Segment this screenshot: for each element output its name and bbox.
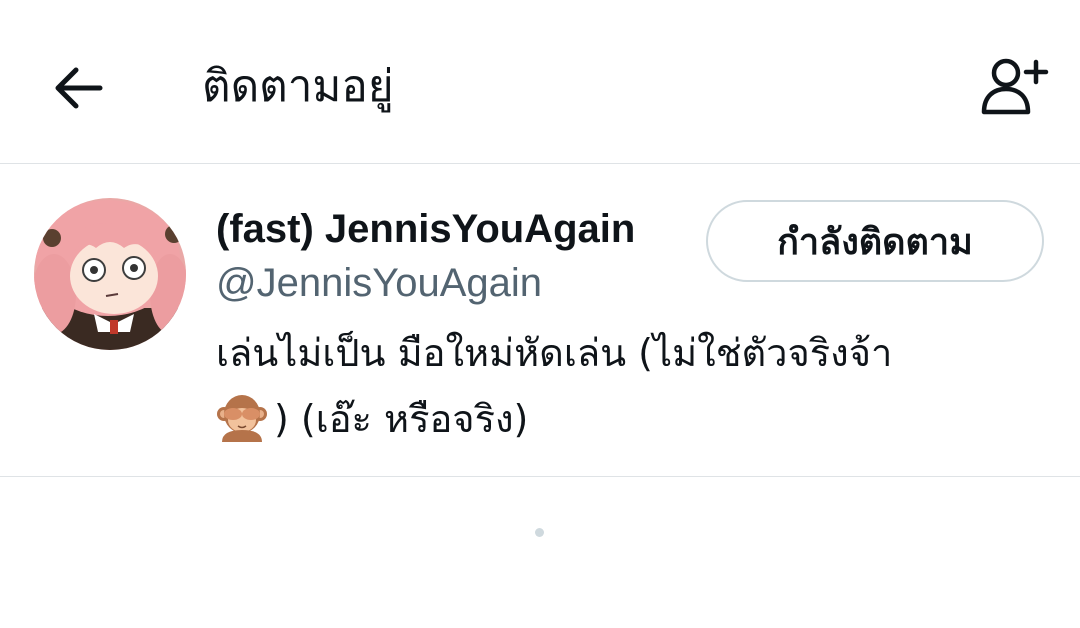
page-title: ติดตามอยู่ [202,61,394,112]
user-bio: เล่นไม่เป็น มือใหม่หัดเล่น (ไม่ใช่ตัวจริ… [216,320,1026,452]
bio-line-2: ) (เอ๊ะ หรือจริง) [216,386,1026,452]
see-no-evil-monkey-icon [216,390,268,442]
display-name[interactable]: (fast) JennisYouAgain [216,202,635,256]
following-screen: ติดตามอยู่ (fast) JennisYouAgain @Jennis… [0,0,1080,628]
top-app-bar: ติดตามอยู่ [0,0,1080,164]
user-handle[interactable]: @JennisYouAgain [216,256,542,310]
back-button[interactable] [44,54,112,122]
arrow-left-icon [55,67,103,109]
following-button[interactable]: กำลังติดตาม [706,200,1044,282]
avatar[interactable] [34,198,186,350]
bio-line-2-text: ) (เอ๊ะ หรือจริง) [274,397,529,441]
add-user-button[interactable] [972,48,1056,124]
avatar-image [34,198,186,350]
bio-line-1: เล่นไม่เป็น มือใหม่หัดเล่น (ไม่ใช่ตัวจริ… [216,331,893,375]
user-cell[interactable]: (fast) JennisYouAgain @JennisYouAgain กำ… [0,164,1080,477]
loading-indicator [535,528,544,537]
person-plus-icon [981,58,1049,115]
